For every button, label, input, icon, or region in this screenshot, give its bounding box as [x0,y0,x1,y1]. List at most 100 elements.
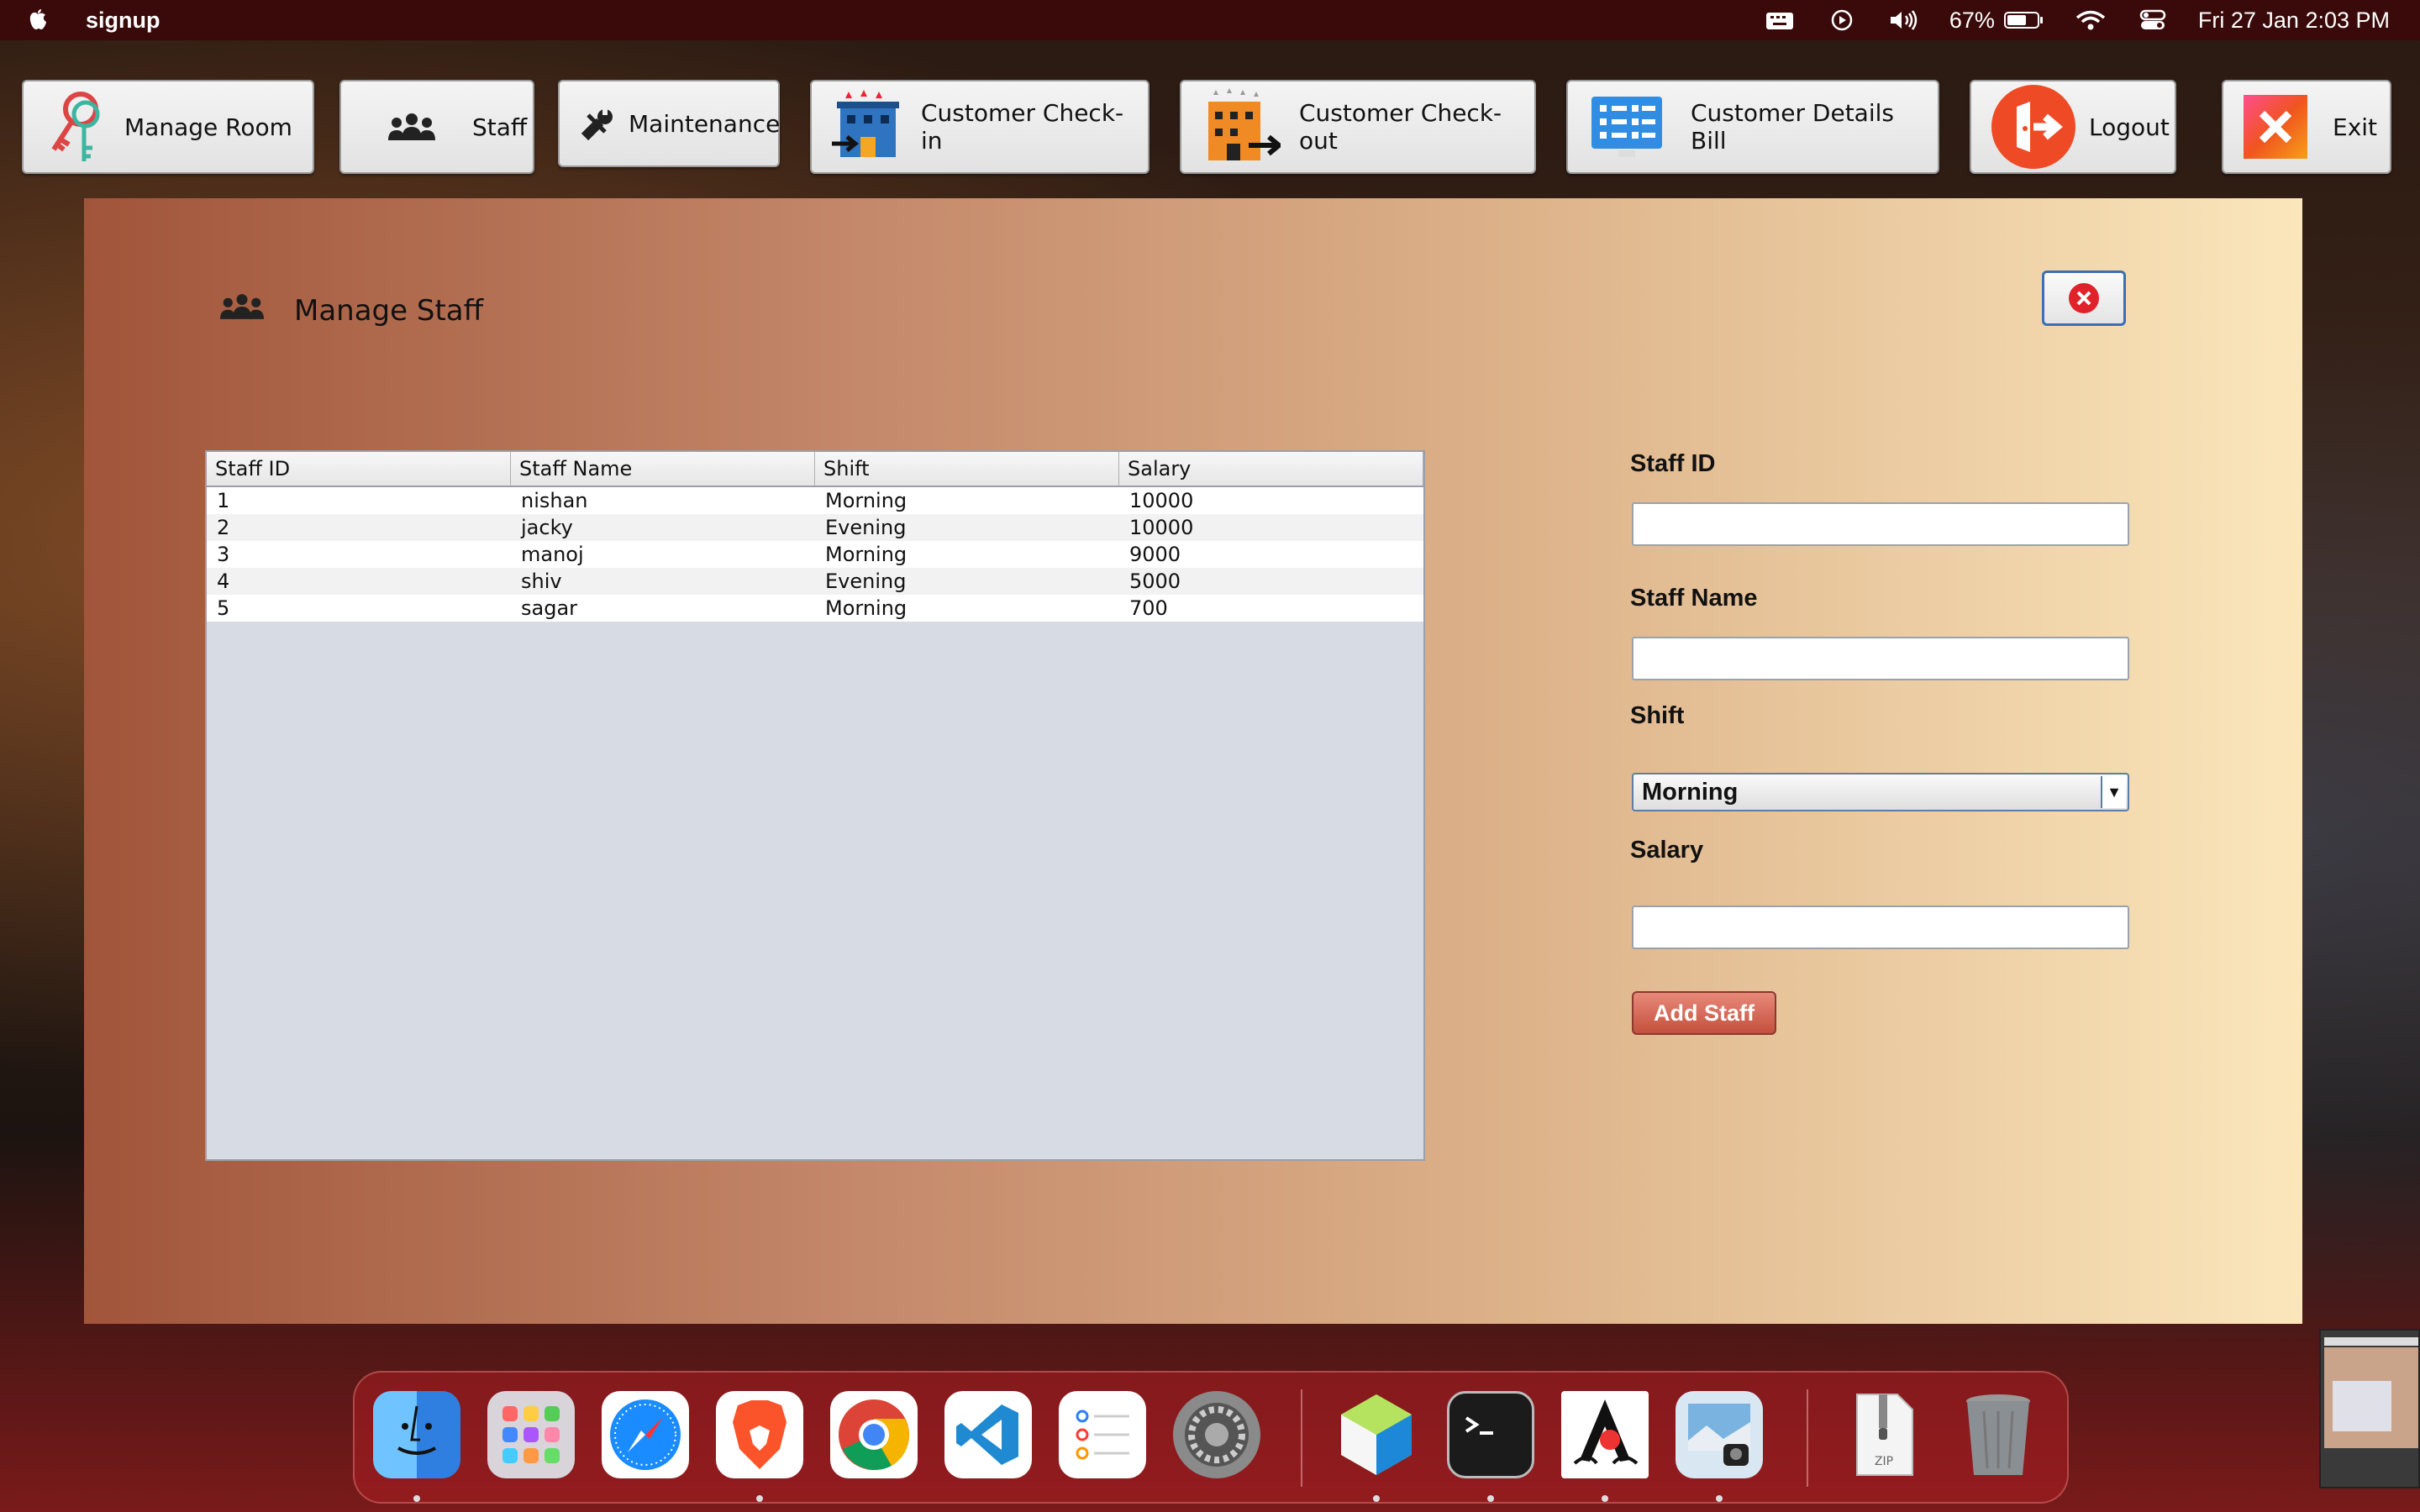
staff-label: Staff [472,113,528,141]
customer-checkin-label: Customer Check-in [921,99,1124,155]
cell-shift: Evening [825,516,907,539]
window-title-text: Manage Staff [294,293,484,328]
staff-id-input[interactable] [1632,502,2129,546]
column-header-salary[interactable]: Salary [1119,452,1423,486]
customer-checkin-button[interactable]: Customer Check-in [810,80,1150,174]
close-circle-icon [2069,283,2099,313]
running-indicator [756,1495,763,1502]
wrench-icon [580,107,617,140]
cell-salary: 5000 [1129,570,1181,593]
close-icon [2244,95,2307,159]
finder-icon[interactable] [373,1391,460,1478]
cell-staff-id: 1 [217,489,230,512]
java-icon[interactable] [1561,1391,1649,1478]
reminders-icon[interactable] [1059,1391,1146,1478]
cell-staff-name: sagar [521,596,578,620]
battery-icon[interactable] [2003,8,2045,32]
shift-label: Shift [1630,702,1685,729]
table-row[interactable]: 2 jacky Evening 10000 [207,514,1423,541]
manage-staff-window: Manage Staff Staff ID Staff Name Shift S… [84,198,2302,1324]
running-indicator [413,1495,420,1502]
salary-input[interactable] [1632,906,2129,949]
window-title: Manage Staff [220,292,483,328]
zip-archive-icon[interactable]: ZIP [1840,1391,1928,1478]
chrome-icon[interactable] [830,1391,918,1478]
customer-checkout-button[interactable]: Customer Check-out [1180,80,1536,174]
staff-id-label: Staff ID [1630,450,1716,477]
cell-staff-name: shiv [521,570,562,593]
menu-bar: signup 67% Fri 27 Jan 2:03 PM [0,0,2420,40]
zip-label: ZIP [1874,1455,1894,1468]
terminal-icon[interactable] [1447,1391,1534,1478]
hotel-checkin-icon [832,88,902,165]
staff-name-label: Staff Name [1630,585,1758,612]
launchpad-icon[interactable] [487,1391,575,1478]
hotel-checkout-icon [1202,87,1281,167]
dock-separator [1807,1389,1808,1487]
staff-button[interactable]: Staff [339,80,534,174]
staff-name-input[interactable] [1632,637,2129,680]
maintenance-button[interactable]: Maintenance [558,80,780,167]
table-row[interactable]: 5 sagar Morning 700 [207,595,1423,622]
screenshot-thumbnail[interactable] [2319,1329,2420,1488]
cell-staff-name: manoj [521,543,584,566]
cell-salary: 700 [1129,596,1168,620]
close-window-button[interactable] [2042,270,2126,326]
date-time[interactable]: Fri 27 Jan 2:03 PM [2198,8,2390,34]
safari-icon[interactable] [602,1391,689,1478]
cell-staff-id: 3 [217,543,230,566]
volume-icon[interactable] [1887,8,1921,32]
salary-label: Salary [1630,837,1704,864]
play-icon[interactable] [1825,8,1859,32]
cell-shift: Morning [825,596,908,620]
cell-staff-id: 5 [217,596,230,620]
wifi-icon[interactable] [2074,8,2107,32]
table-header: Staff ID Staff Name Shift Salary [207,452,1423,487]
logout-button[interactable]: Logout [1970,80,2176,174]
exit-label: Exit [2333,113,2378,141]
cell-staff-id: 2 [217,516,230,539]
column-header-staff-name[interactable]: Staff Name [511,452,815,486]
cell-staff-name: jacky [521,516,573,539]
dock-separator [1301,1389,1302,1487]
shift-dropdown[interactable]: Morning ▼ [1632,773,2129,811]
cell-shift: Morning [825,489,908,512]
cell-salary: 10000 [1129,489,1194,512]
table-row[interactable]: 1 nishan Morning 10000 [207,487,1423,514]
table-row[interactable]: 3 manoj Morning 9000 [207,541,1423,568]
customer-details-bill-label: Customer Details Bill [1691,99,1894,155]
preview-icon[interactable] [1676,1391,1763,1478]
table-row[interactable]: 4 shiv Evening 5000 [207,568,1423,595]
chevron-down-icon[interactable]: ▼ [2101,776,2126,808]
vscode-icon[interactable] [944,1391,1032,1478]
customer-checkout-label: Customer Check-out [1299,99,1502,155]
system-settings-icon[interactable] [1173,1391,1260,1478]
column-header-staff-id[interactable]: Staff ID [207,452,511,486]
cell-salary: 10000 [1129,516,1194,539]
table-body: 1 nishan Morning 10000 2 jacky Evening 1… [207,487,1423,622]
running-indicator [1373,1495,1380,1502]
customer-details-bill-button[interactable]: Customer Details Bill [1566,80,1939,174]
maintenance-label: Maintenance [629,109,781,138]
exit-button[interactable]: Exit [2222,80,2391,174]
keyboard-icon[interactable] [1763,8,1797,32]
trash-icon[interactable] [1954,1391,2042,1478]
running-indicator [1716,1495,1723,1502]
app-name[interactable]: signup [86,8,160,34]
control-center-icon[interactable] [2136,8,2170,32]
column-header-shift[interactable]: Shift [815,452,1119,486]
battery-percent: 67% [1949,7,1995,33]
brave-icon[interactable] [716,1391,803,1478]
manage-room-button[interactable]: Manage Room [22,80,314,174]
people-group-icon [220,292,264,328]
cell-salary: 9000 [1129,543,1181,566]
people-group-icon [388,112,435,142]
dock: ZIP [353,1371,2069,1504]
apple-icon[interactable] [29,8,47,33]
netbeans-icon[interactable] [1333,1391,1420,1478]
staff-table[interactable]: Staff ID Staff Name Shift Salary 1 nisha… [205,450,1425,1161]
cell-shift: Evening [825,570,907,593]
room-key-icon [44,89,106,165]
add-staff-button[interactable]: Add Staff [1632,991,1776,1035]
logout-icon [1991,85,2075,169]
